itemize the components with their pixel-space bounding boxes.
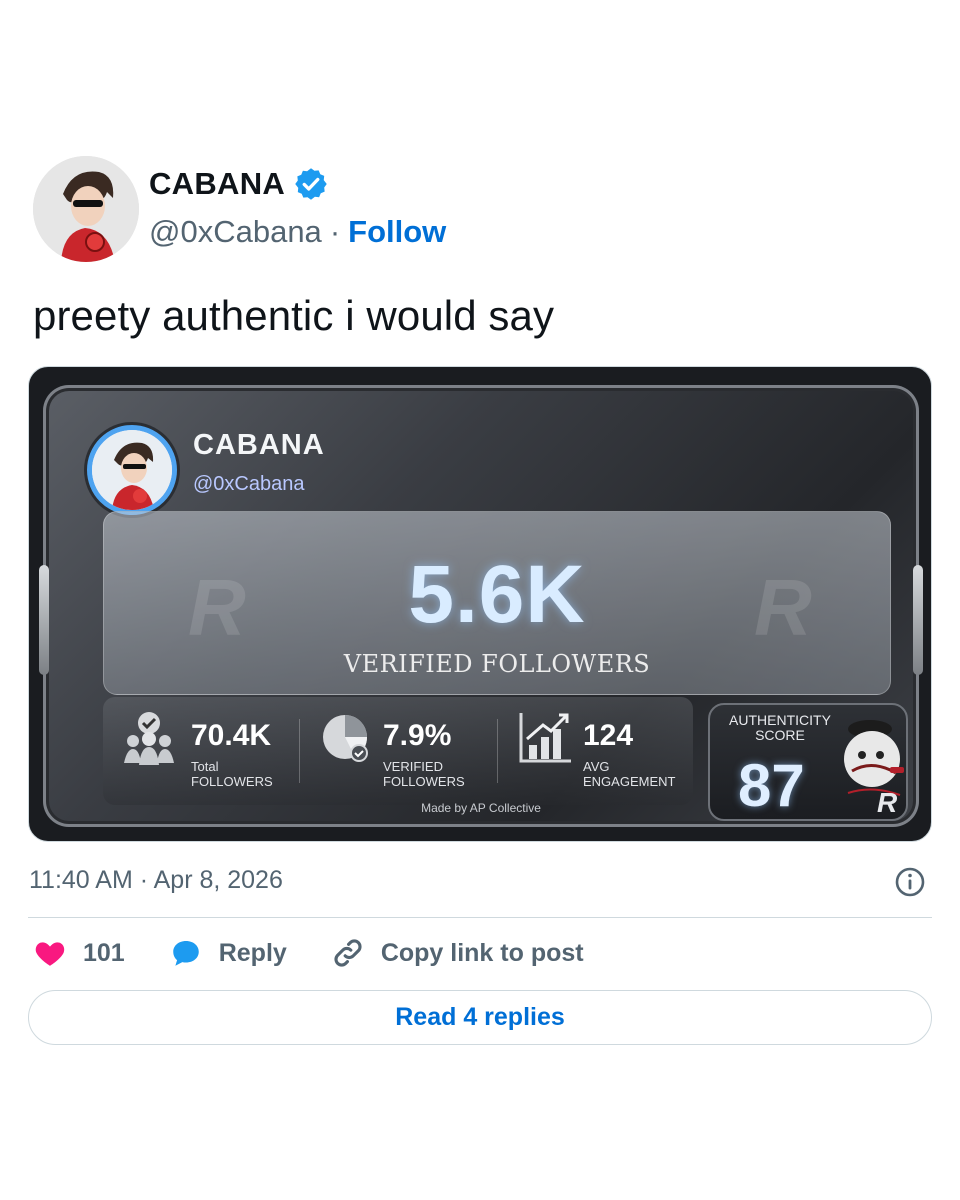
author-avatar[interactable] [33,156,139,262]
author-display-name[interactable]: CABANA [149,166,285,202]
stat-divider [497,719,498,783]
verified-followers-panel: R R 5.6K VERIFIED FOLLOWERS [103,511,891,695]
tweet-timestamp[interactable]: 11:40 AM · Apr 8, 2026 [29,866,283,895]
stat-total-followers: 70.4K Total FOLLOWERS [191,719,273,789]
stat-total-followers-label-2: FOLLOWERS [191,774,273,789]
mascot-character-icon [844,720,904,796]
stat-avg-engagement-label-1: AVG [583,759,610,774]
card-side-tab-right [913,565,923,675]
ap-collective-logo: R [877,787,898,818]
card-handle: @0xCabana [193,473,305,495]
card-side-tab-left [39,565,49,675]
verified-badge-icon [295,168,327,200]
read-replies-button[interactable]: Read 4 replies [28,990,932,1045]
divider [28,917,932,918]
made-by-credit: Made by AP Collective [421,801,541,815]
handle-separator: · [329,214,341,249]
author-handle[interactable]: @0xCabana [149,214,322,250]
stat-avg-engagement-label-2: ENGAGEMENT [583,774,676,789]
info-icon[interactable] [894,866,926,898]
stat-verified-label-1: VERIFIED [383,759,443,774]
card-frame: CABANA @0xCabana R R 5.6K VERIFIED FOLLO… [39,385,923,827]
copy-link-button[interactable]: Copy link to post [331,936,584,970]
stat-total-followers-label-1: Total [191,759,219,774]
pie-check-icon [323,715,368,762]
link-icon [334,939,362,967]
verified-followers-count: 5.6K [408,549,586,640]
reply-bubble-icon [172,940,199,966]
like-button[interactable]: 101 [33,936,125,970]
reply-label: Reply [218,938,287,967]
users-badge-icon [124,712,174,765]
tweet-actions: 101 Reply Copy link to post [33,936,584,970]
stats-panel: 70.4K Total FOLLOWERS 7.9% VERIFIED FOLL [103,697,693,805]
stat-verified-label-2: FOLLOWERS [383,774,465,789]
stat-verified-percent-value: 7.9% [383,719,452,752]
bar-chart-arrow-icon [519,713,571,763]
card-avatar [87,425,177,515]
like-count: 101 [83,938,125,967]
stat-verified-followers: 7.9% VERIFIED FOLLOWERS [383,719,465,789]
copy-link-label: Copy link to post [380,938,584,967]
stat-divider [299,719,300,783]
verified-followers-label: VERIFIED FOLLOWERS [343,650,651,678]
tweet-text: preety authentic i would say [33,292,555,339]
card-display-name: CABANA [193,429,325,461]
author-name-row: CABANA [149,166,329,202]
authenticity-label-line-2: SCORE [755,727,805,743]
tweet-media-card[interactable]: CABANA @0xCabana R R 5.6K VERIFIED FOLLO… [28,366,932,842]
authenticity-label-line-1: AUTHENTICITY [729,712,831,728]
card-avatar-illustration [92,430,172,510]
avatar-illustration [33,156,139,262]
stat-avg-engagement-value: 124 [583,719,634,752]
authenticity-label: AUTHENTICITY SCORE [724,713,836,743]
reply-button[interactable]: Reply [169,936,287,970]
follow-button[interactable]: Follow [348,214,446,250]
author-handle-row: @0xCabana · Follow [149,214,446,250]
stat-avg-engagement: 124 AVG ENGAGEMENT [583,719,675,789]
heart-icon [35,942,65,966]
stat-total-followers-value: 70.4K [191,719,272,752]
